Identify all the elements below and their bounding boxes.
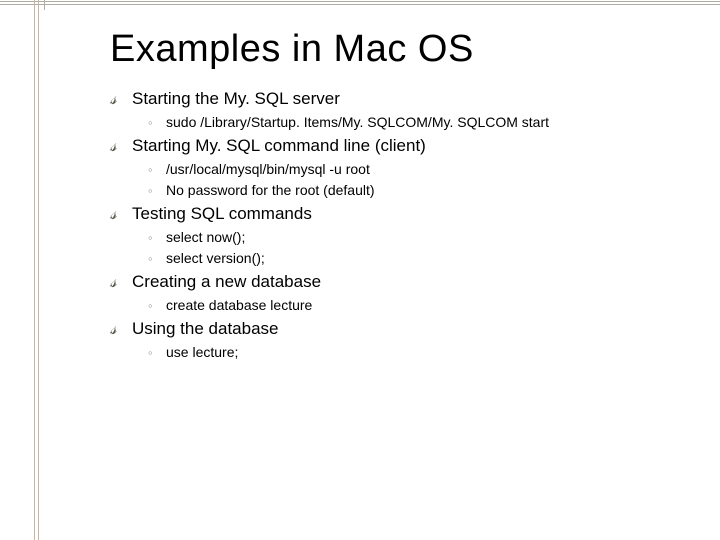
ring-bullet-icon: ◦ — [148, 230, 166, 245]
swirl-bullet-icon: 𝓈 — [110, 89, 132, 107]
list-subitem: ◦ create database lecture — [148, 297, 670, 313]
slide: Examples in Mac OS 𝓈 Starting the My. SQ… — [0, 0, 720, 540]
swirl-bullet-icon: 𝓈 — [110, 319, 132, 337]
list-item-label: Starting My. SQL command line (client) — [132, 136, 426, 156]
list-item-label: Creating a new database — [132, 272, 321, 292]
decor-side-lines — [30, 0, 44, 540]
decor-top-tick — [44, 0, 45, 10]
list-subitem-label: No password for the root (default) — [166, 182, 375, 198]
ring-bullet-icon: ◦ — [148, 162, 166, 177]
list-subitem-label: create database lecture — [166, 297, 312, 313]
list-item: 𝓈 Testing SQL commands — [110, 204, 670, 224]
list-subitem: ◦ select now(); — [148, 229, 670, 245]
list-item: 𝓈 Starting the My. SQL server — [110, 89, 670, 109]
list-item-label: Using the database — [132, 319, 279, 339]
list-item: 𝓈 Starting My. SQL command line (client) — [110, 136, 670, 156]
decor-top-lines — [0, 0, 720, 8]
list-item-label: Testing SQL commands — [132, 204, 312, 224]
list-subitem-label: /usr/local/mysql/bin/mysql -u root — [166, 161, 370, 177]
list-subitem: ◦ sudo /Library/Startup. Items/My. SQLCO… — [148, 114, 670, 130]
ring-bullet-icon: ◦ — [148, 298, 166, 313]
swirl-bullet-icon: 𝓈 — [110, 204, 132, 222]
slide-title: Examples in Mac OS — [110, 28, 670, 71]
list-item-label: Starting the My. SQL server — [132, 89, 340, 109]
list-item: 𝓈 Creating a new database — [110, 272, 670, 292]
ring-bullet-icon: ◦ — [148, 251, 166, 266]
list-item: 𝓈 Using the database — [110, 319, 670, 339]
slide-content: 𝓈 Starting the My. SQL server ◦ sudo /Li… — [110, 89, 670, 360]
list-subitem-label: select now(); — [166, 229, 245, 245]
list-subitem-label: select version(); — [166, 250, 265, 266]
ring-bullet-icon: ◦ — [148, 183, 166, 198]
ring-bullet-icon: ◦ — [148, 345, 166, 360]
list-subitem-label: use lecture; — [166, 344, 238, 360]
ring-bullet-icon: ◦ — [148, 115, 166, 130]
list-subitem: ◦ use lecture; — [148, 344, 670, 360]
swirl-bullet-icon: 𝓈 — [110, 272, 132, 290]
list-subitem: ◦ No password for the root (default) — [148, 182, 670, 198]
list-subitem: ◦ /usr/local/mysql/bin/mysql -u root — [148, 161, 670, 177]
list-subitem: ◦ select version(); — [148, 250, 670, 266]
swirl-bullet-icon: 𝓈 — [110, 136, 132, 154]
list-subitem-label: sudo /Library/Startup. Items/My. SQLCOM/… — [166, 114, 549, 130]
